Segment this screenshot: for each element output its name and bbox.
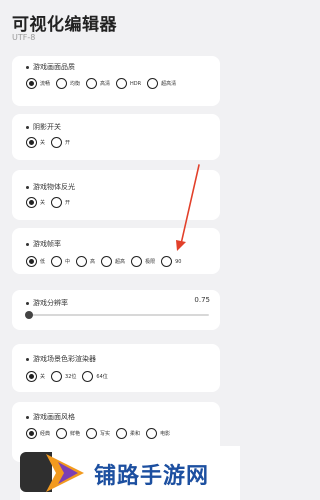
card-shadow-toggle: 阴影开关 关 开 [12,114,220,160]
card-picture-quality: 游戏画面品质 流畅 均衡 高清 HDR 超高清 [12,56,220,106]
header: 可视化编辑器 UTF-8 [0,0,240,48]
radio-label: 鲜艳 [70,431,81,437]
radio-group-frame-rate: 低 中 高 超高 极限 90 [26,256,187,267]
radio-button[interactable] [56,428,68,439]
radio-option[interactable]: 超高 [101,256,125,267]
radio-option[interactable]: 高 [76,256,95,267]
page-subtitle: UTF-8 [12,33,36,42]
radio-group-shadow: 关 开 [26,137,76,148]
radio-option[interactable]: 高清 [86,78,110,89]
radio-label: 流畅 [40,81,51,87]
card-title: 游戏分辨率 [26,298,68,308]
radio-label: 中 [65,259,71,265]
page-title: 可视化编辑器 [12,15,117,35]
radio-button[interactable] [51,137,63,148]
radio-button-selected[interactable] [26,78,37,89]
resolution-slider[interactable] [25,311,209,319]
radio-label: 64位 [96,374,108,380]
card-title: 游戏帧率 [26,239,61,249]
radio-button[interactable] [146,428,158,439]
radio-label: 开 [65,140,71,146]
radio-button[interactable] [161,256,173,267]
radio-option[interactable]: 关 [26,137,45,148]
radio-group-reflection: 关 开 [26,197,76,208]
radio-option[interactable]: 低 [26,256,45,267]
radio-label: 极限 [145,259,156,265]
radio-label: 关 [40,374,46,380]
radio-option[interactable]: 流畅 [26,78,50,89]
radio-label: 低 [40,259,46,265]
radio-label: 关 [40,140,46,146]
radio-option[interactable]: 开 [51,137,70,148]
radio-button-selected[interactable] [26,137,37,148]
radio-button[interactable] [51,256,63,267]
card-resolution: 游戏分辨率 0.75 [12,290,220,330]
radio-label: 高清 [100,81,111,87]
radio-label: 关 [40,200,46,206]
card-color-renderer: 游戏场景色彩渲染器 关 32位 64位 [12,344,220,392]
radio-option[interactable]: 均衡 [56,78,80,89]
card-object-reflection: 游戏物体反光 关 开 [12,170,220,220]
radio-option[interactable]: 写实 [86,428,110,439]
radio-button[interactable] [147,78,159,89]
slider-knob[interactable] [25,311,33,319]
radio-label: 开 [65,200,71,206]
watermark-text: 铺路手游网 [94,464,210,489]
radio-button[interactable] [86,78,98,89]
radio-option[interactable]: HDR [116,78,141,89]
radio-option[interactable]: 90 [161,256,181,267]
radio-option[interactable]: 经典 [26,428,50,439]
card-title: 游戏画面风格 [26,412,75,422]
radio-button-selected[interactable] [26,256,37,267]
radio-label: HDR [130,80,142,87]
radio-label: 90 [175,258,182,265]
radio-label: 高 [90,259,96,265]
radio-button[interactable] [56,78,68,89]
radio-option[interactable]: 鲜艳 [56,428,80,439]
card-title: 游戏物体反光 [26,182,75,192]
radio-option[interactable]: 极限 [131,256,155,267]
card-title: 游戏画面品质 [26,62,75,72]
radio-button[interactable] [76,256,88,267]
radio-option[interactable]: 开 [51,197,70,208]
radio-button[interactable] [51,197,63,208]
radio-button-selected[interactable] [26,197,37,208]
radio-option[interactable]: 电影 [146,428,170,439]
slider-value: 0.75 [194,296,210,304]
radio-button-selected[interactable] [26,371,37,382]
radio-button[interactable] [116,78,128,89]
radio-button[interactable] [51,371,63,382]
radio-button[interactable] [116,428,128,439]
radio-button[interactable] [131,256,143,267]
watermark-banner: 铺路手游网 [20,446,240,500]
chevron-logo-icon [46,454,84,492]
radio-group-picture-quality: 流畅 均衡 高清 HDR 超高清 [26,78,182,89]
radio-button-selected[interactable] [26,428,37,439]
radio-label: 经典 [40,431,51,437]
card-title: 游戏场景色彩渲染器 [26,354,96,364]
radio-label: 超高 [115,259,126,265]
radio-label: 超高清 [161,81,177,87]
radio-option[interactable]: 中 [51,256,70,267]
radio-group-picture-style: 经典 鲜艳 写实 柔和 电影 [26,428,176,439]
radio-option[interactable]: 超高清 [147,78,176,89]
radio-option[interactable]: 32位 [51,371,76,382]
radio-group-color-renderer: 关 32位 64位 [26,371,114,382]
radio-option[interactable]: 64位 [82,371,108,382]
card-title: 阴影开关 [26,122,61,132]
radio-label: 32位 [65,374,77,380]
radio-option[interactable]: 关 [26,197,45,208]
radio-option[interactable]: 柔和 [116,428,140,439]
radio-button[interactable] [82,371,94,382]
card-frame-rate: 游戏帧率 低 中 高 超高 极限 90 [12,228,220,274]
radio-option[interactable]: 关 [26,371,45,382]
radio-label: 柔和 [130,431,141,437]
radio-label: 电影 [160,431,171,437]
radio-label: 写实 [100,431,111,437]
radio-label: 均衡 [70,81,81,87]
radio-button[interactable] [101,256,113,267]
radio-button[interactable] [86,428,98,439]
